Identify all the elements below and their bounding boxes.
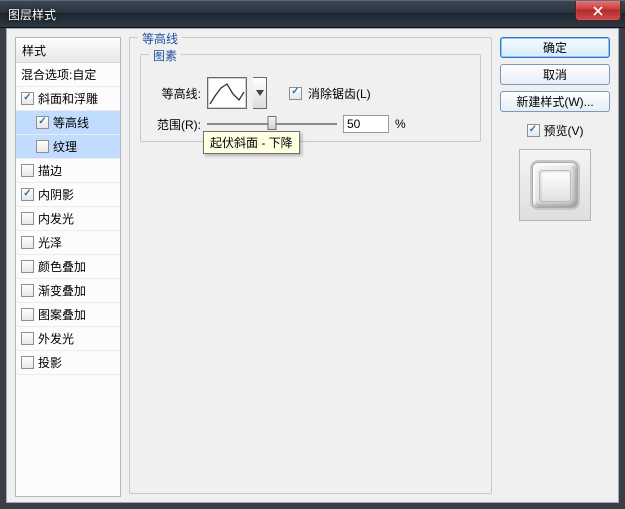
elements-group: 图素 等高线:: [140, 54, 481, 142]
antialias-label: 消除锯齿(L): [308, 85, 371, 102]
style-item-checkbox[interactable]: [21, 284, 34, 297]
style-item-checkbox[interactable]: [21, 236, 34, 249]
cancel-button[interactable]: 取消: [500, 64, 610, 85]
cancel-button-label: 取消: [543, 66, 567, 83]
style-item-checkbox[interactable]: [21, 212, 34, 225]
style-list-header: 样式: [16, 38, 120, 63]
slider-thumb-icon: [268, 116, 277, 130]
style-item-checkbox[interactable]: [21, 164, 34, 177]
new-style-button[interactable]: 新建样式(W)...: [500, 91, 610, 112]
style-item-label: 图案叠加: [38, 306, 86, 323]
button-column: 确定 取消 新建样式(W)... 预览(V): [500, 37, 610, 494]
style-item-label: 外发光: [38, 330, 74, 347]
contour-label: 等高线:: [151, 85, 201, 102]
dialog-body: 样式 混合选项:自定 斜面和浮雕等高线纹理描边内阴影内发光光泽颜色叠加渐变叠加图…: [6, 28, 619, 503]
style-item-checkbox[interactable]: [36, 116, 49, 129]
window-title: 图层样式: [8, 6, 56, 23]
new-style-button-label: 新建样式(W)...: [516, 93, 593, 110]
style-item-checkbox[interactable]: [21, 308, 34, 321]
style-item-6[interactable]: 光泽: [16, 231, 120, 255]
ok-button[interactable]: 确定: [500, 37, 610, 58]
style-item-checkbox[interactable]: [21, 260, 34, 273]
window-close-button[interactable]: [575, 1, 621, 21]
style-item-2[interactable]: 纹理: [16, 135, 120, 159]
style-item-label: 内阴影: [38, 186, 74, 203]
style-item-9[interactable]: 图案叠加: [16, 303, 120, 327]
style-item-4[interactable]: 内阴影: [16, 183, 120, 207]
style-item-label: 等高线: [53, 114, 89, 131]
style-item-5[interactable]: 内发光: [16, 207, 120, 231]
antialias-checkbox[interactable]: [289, 87, 302, 100]
ok-button-label: 确定: [543, 39, 567, 56]
preview-box: [519, 149, 591, 221]
titlebar: 图层样式: [0, 0, 625, 28]
style-item-10[interactable]: 外发光: [16, 327, 120, 351]
style-item-label: 光泽: [38, 234, 62, 251]
style-item-8[interactable]: 渐变叠加: [16, 279, 120, 303]
contour-preview[interactable]: [207, 77, 247, 109]
style-item-label: 颜色叠加: [38, 258, 86, 275]
style-item-1[interactable]: 等高线: [16, 111, 120, 135]
contour-curve-icon: [209, 80, 245, 106]
style-list: 样式 混合选项:自定 斜面和浮雕等高线纹理描边内阴影内发光光泽颜色叠加渐变叠加图…: [15, 37, 121, 497]
preview-label: 预览(V): [544, 122, 584, 139]
layer-style-window: 图层样式 样式 混合选项:自定 斜面和浮雕等高线纹理描边内阴影内发光光泽颜色叠加…: [0, 0, 625, 509]
style-item-checkbox[interactable]: [21, 356, 34, 369]
range-unit: %: [395, 117, 406, 131]
contour-group-legend: 等高线: [138, 30, 182, 47]
close-icon: [593, 6, 603, 16]
style-item-checkbox[interactable]: [36, 140, 49, 153]
blend-options-row[interactable]: 混合选项:自定: [16, 63, 120, 87]
style-item-label: 描边: [38, 162, 62, 179]
chevron-down-icon: [256, 90, 264, 96]
style-item-7[interactable]: 颜色叠加: [16, 255, 120, 279]
style-item-checkbox[interactable]: [21, 332, 34, 345]
preview-swatch-icon: [532, 162, 578, 208]
style-item-label: 投影: [38, 354, 62, 371]
settings-panel: 等高线 图素 等高线:: [129, 37, 492, 494]
style-item-label: 斜面和浮雕: [38, 90, 98, 107]
style-item-label: 渐变叠加: [38, 282, 86, 299]
contour-tooltip: 起伏斜面 - 下降: [203, 131, 300, 154]
range-input[interactable]: [343, 115, 389, 133]
contour-row: 等高线:: [151, 77, 470, 109]
contour-dropdown[interactable]: [253, 77, 267, 109]
preview-toggle-row: 预览(V): [500, 122, 610, 139]
style-item-3[interactable]: 描边: [16, 159, 120, 183]
style-item-11[interactable]: 投影: [16, 351, 120, 375]
range-row: 范围(R): %: [151, 115, 470, 133]
style-item-label: 纹理: [53, 138, 77, 155]
style-item-checkbox[interactable]: [21, 92, 34, 105]
contour-group: 等高线 图素 等高线:: [129, 37, 492, 494]
style-item-0[interactable]: 斜面和浮雕: [16, 87, 120, 111]
blend-options-label: 混合选项:自定: [21, 66, 96, 83]
preview-checkbox[interactable]: [527, 124, 540, 137]
style-item-checkbox[interactable]: [21, 188, 34, 201]
elements-group-legend: 图素: [149, 47, 181, 64]
range-slider[interactable]: [207, 115, 337, 133]
range-label: 范围(R):: [151, 116, 201, 133]
style-item-label: 内发光: [38, 210, 74, 227]
